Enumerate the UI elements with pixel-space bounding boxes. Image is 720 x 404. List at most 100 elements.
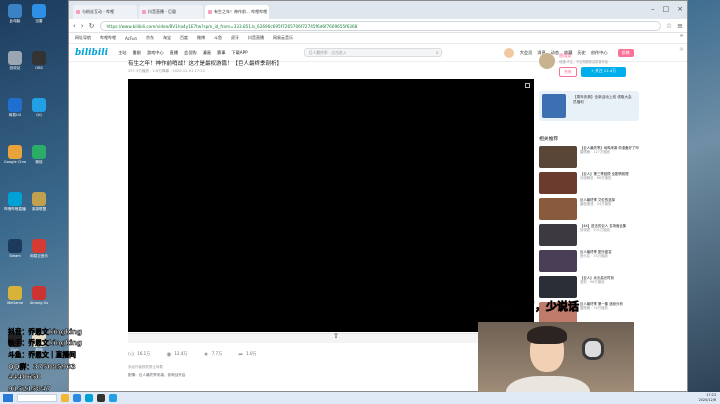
tab-favicon-icon (142, 10, 146, 14)
user-avatar[interactable] (503, 47, 514, 58)
desktop-icon[interactable]: Steam (4, 239, 26, 258)
windows-start-icon[interactable] (3, 394, 13, 402)
site-right-nav-item[interactable]: 大会员 (520, 50, 533, 56)
qq-taskbar-icon[interactable] (109, 394, 117, 402)
search-icon[interactable]: ⌕ (436, 49, 439, 57)
desktop-icon[interactable]: OBS (28, 51, 50, 70)
desktop-icon[interactable]: Among Us (28, 286, 50, 305)
related-meta: 雷鹰桑 · 127万播放 (580, 150, 611, 154)
system-clock[interactable]: 17:23 2020/12/6 (699, 393, 716, 402)
star-icon[interactable]: ☆ (666, 22, 672, 30)
bilibili-taskbar-icon[interactable] (85, 394, 93, 402)
file-explorer-icon[interactable] (61, 394, 69, 402)
site-nav-item[interactable]: 游戏中心 (147, 50, 164, 56)
app-icon (8, 145, 22, 159)
reload-icon[interactable]: ↻ (89, 22, 95, 30)
related-text: 巨人最终季 第一集 逐帧分析 雷鹰桑 · 76万播放 (580, 302, 623, 324)
pip-icon[interactable] (525, 83, 530, 88)
bookmark-item[interactable]: 哔哩哔哩 (100, 35, 116, 41)
close-icon[interactable]: × (677, 5, 683, 13)
related-item[interactable]: 巨人最终季 艾伦的选择 番剧速递 · 54万播放 (539, 198, 639, 220)
minimize-icon[interactable]: – (651, 5, 655, 13)
message-icon[interactable]: ✉ (643, 33, 683, 38)
browser-taskbar-icon[interactable] (73, 394, 81, 402)
site-nav-item[interactable]: 赛事 (217, 50, 225, 56)
desktop-icon[interactable]: QQ (28, 98, 50, 117)
forward-icon[interactable]: › (81, 22, 84, 30)
ad-text: 【周年庆典】全新活动上线 领取大会员福利 (573, 95, 632, 104)
menu-icon[interactable]: ≡ (677, 22, 683, 30)
desktop-icon[interactable]: 网易云音乐 (28, 239, 50, 258)
share-icon: ➦ (238, 350, 244, 358)
desktop-icon-label: Steam (9, 254, 21, 258)
dog-poster-icon (582, 338, 604, 360)
tab-favicon-icon (76, 10, 80, 14)
app-icon (32, 98, 46, 112)
bookmark-item[interactable]: AcFun (125, 36, 137, 41)
desktop-icon[interactable]: WeGame (4, 286, 26, 305)
related-thumbnail (539, 146, 577, 168)
video-action[interactable]: ★ 7.7万 (203, 350, 222, 358)
desktop-icon[interactable]: 此电脑 (4, 4, 26, 23)
site-nav-item[interactable]: 下载APP (231, 50, 247, 56)
maximize-icon[interactable]: □ (663, 5, 670, 13)
desktop-icon[interactable]: 微信 (28, 145, 50, 164)
video-action[interactable]: ◉ 12.4万 (166, 350, 187, 358)
url-input[interactable]: https://www.bilibili.com/video/BV1ha4y1E… (99, 20, 661, 31)
related-item[interactable]: 巨人最终季 配乐鉴赏 音乐区 · 33万播放 (539, 250, 639, 272)
desktop-icon[interactable]: 英雄联盟 (28, 192, 50, 211)
browser-tab-3[interactable]: 有生之年！神作前... 哔哩哔哩 (205, 5, 269, 19)
desktop-icon[interactable]: 网易UU (4, 98, 26, 117)
tab-label: 抖音直播 - 巨量 (148, 9, 176, 14)
site-nav-item[interactable]: 直播 (170, 50, 178, 56)
bookmark-item[interactable]: 淘宝 (163, 35, 171, 41)
video-action[interactable]: ➦ 1.0万 (238, 350, 256, 358)
bookmark-item[interactable]: 网址导航 (75, 35, 91, 41)
site-nav-item[interactable]: 主站 (118, 50, 126, 56)
history-icon[interactable]: ◷ (643, 46, 683, 51)
bookmark-item[interactable]: 网易云音乐 (273, 35, 293, 41)
desktop-icon[interactable]: 哔哩哔哩直播姬 (4, 192, 26, 211)
browser-tab-1[interactable]: 与粉丝互动 - 哔哩 (73, 5, 137, 19)
up-avatar[interactable] (539, 53, 555, 69)
related-item[interactable]: 【巨人】第三季回顾 全剧情梳理 动漫解说 · 88万播放 (539, 172, 639, 194)
obs-taskbar-icon[interactable] (97, 394, 105, 402)
video-action[interactable]: 👍︎ 16.1万 (128, 350, 150, 358)
bilibili-logo[interactable]: bilibili (75, 48, 108, 58)
bookmark-item[interactable]: 斗鱼 (214, 35, 222, 41)
app-icon (8, 239, 22, 253)
window-controls: – □ × (651, 5, 683, 13)
back-icon[interactable]: ‹ (73, 22, 76, 30)
bookmark-item[interactable]: 抖音直播 (248, 35, 264, 41)
follow-button[interactable]: + 关注 12.4万 (580, 67, 627, 77)
bookmark-item[interactable]: 微博 (197, 35, 205, 41)
desktop-icon-label: Google Chrome (4, 160, 26, 164)
related-item[interactable]: 【巨人最终季】地鸣来袭 你准备好了吗 雷鹰桑 · 127万播放 (539, 146, 639, 168)
site-search-input[interactable]: 巨人最终季 · 点击进入 ⌕ (303, 48, 442, 57)
bookmark-item[interactable]: 百度 (180, 35, 188, 41)
related-item[interactable]: 【巨人】兵长高光时刻 漫剪 · 96万播放 (539, 276, 639, 298)
ad-banner[interactable]: 【周年庆典】全新活动上线 领取大会员福利 (539, 91, 639, 121)
charge-button[interactable]: 充电 (559, 67, 577, 77)
stream-info-line: 4440650 (8, 373, 42, 382)
desktop-icon[interactable]: 回收站 (4, 51, 26, 70)
desktop-icon[interactable]: 迅雷 (28, 4, 50, 23)
related-text: 【巨人】兵长高光时刻 漫剪 · 96万播放 (580, 276, 614, 298)
search-placeholder: 巨人最终季 · 点击进入 (308, 50, 347, 55)
app-icon (32, 239, 46, 253)
video-player[interactable] (128, 79, 534, 332)
bookmark-item[interactable]: 虎牙 (231, 35, 239, 41)
stream-info-line: QQ群：375085963 (8, 363, 76, 372)
browser-tab-2[interactable]: 抖音直播 - 巨量 (139, 5, 203, 19)
related-item[interactable]: 【4K】进击的巨人 名场面合集 剪辑君 · 201万播放 (539, 224, 639, 246)
danmaku-bar[interactable] (128, 333, 534, 343)
taskbar-search[interactable] (17, 394, 57, 402)
bookmark-item[interactable]: 京东 (146, 35, 154, 41)
related-text: 巨人最终季 配乐鉴赏 音乐区 · 33万播放 (580, 250, 612, 272)
desktop-icon[interactable]: Google Chrome (4, 145, 26, 164)
app-icon (32, 145, 46, 159)
site-nav-item[interactable]: 漫画 (203, 50, 211, 56)
site-nav-item[interactable]: 会员购 (184, 50, 197, 56)
site-nav-item[interactable]: 番剧 (133, 50, 141, 56)
related-meta: 漫剪 · 96万播放 (580, 280, 605, 284)
